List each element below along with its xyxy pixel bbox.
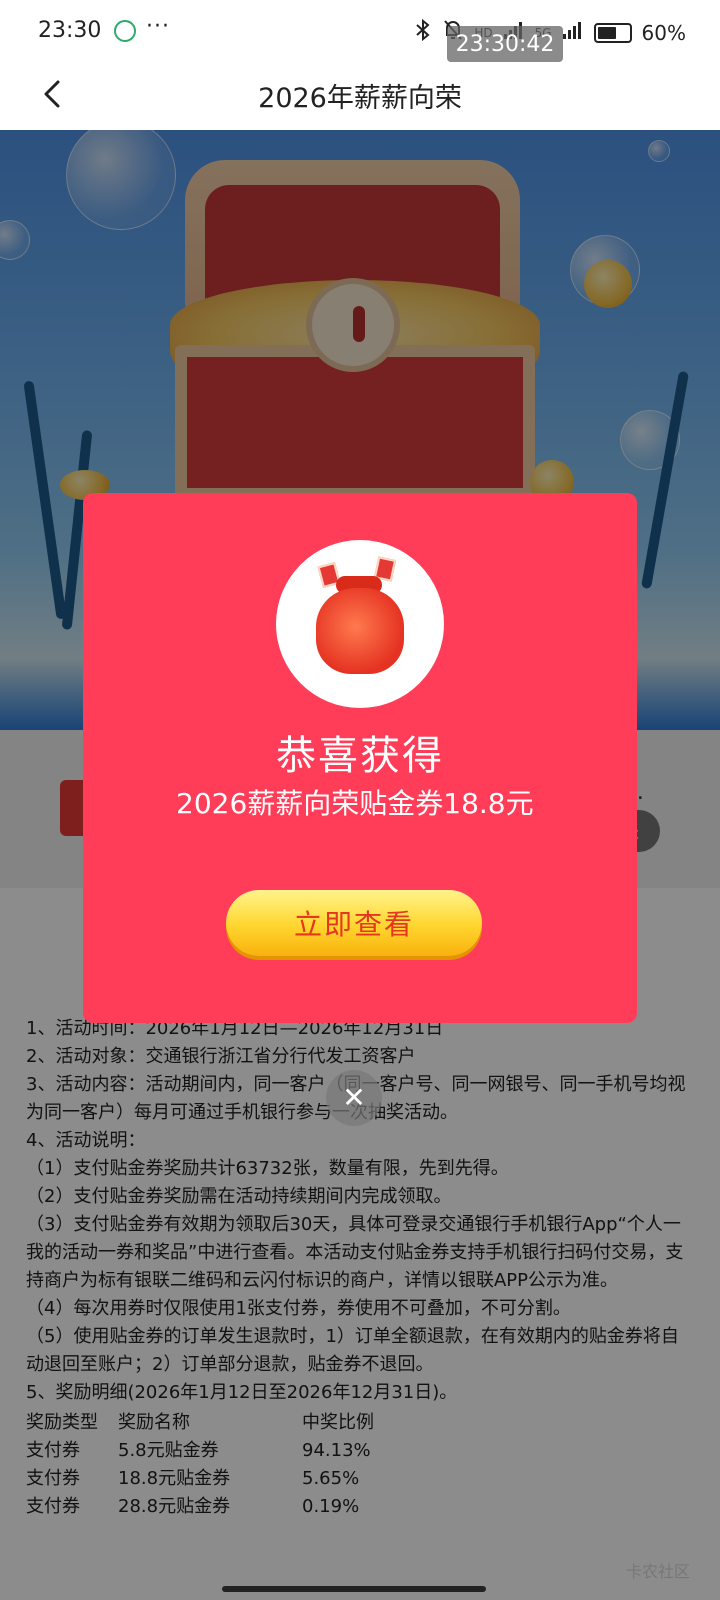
status-bar: 23:30 ··· HD 5G 60% 23:30:42 bbox=[0, 0, 720, 62]
battery-fill bbox=[597, 26, 616, 39]
prize-image bbox=[276, 540, 444, 708]
prize-description: 2026薪薪向荣贴金券18.8元 bbox=[176, 787, 534, 820]
battery-icon bbox=[593, 22, 632, 43]
battery-percent: 60% bbox=[641, 20, 686, 45]
close-modal-button[interactable]: ✕ bbox=[326, 1070, 382, 1126]
modal-heading: 恭喜获得 bbox=[276, 733, 444, 779]
nav-bar: 2026年薪薪向荣 bbox=[0, 62, 720, 130]
signal-icon-2 bbox=[562, 20, 584, 45]
clock-overlay: 23:30:42 bbox=[447, 26, 563, 62]
lucky-bag-icon bbox=[316, 588, 404, 674]
status-time: 23:30 bbox=[38, 18, 102, 43]
bluetooth-icon bbox=[414, 18, 432, 47]
watermark: 卡农社区 bbox=[625, 1562, 690, 1581]
prize-modal: 恭喜获得 2026薪薪向荣贴金券18.8元 立即查看 bbox=[83, 493, 637, 1023]
page-title: 2026年薪薪向荣 bbox=[258, 83, 462, 114]
app-notification-icon bbox=[114, 20, 136, 42]
more-notifications-icon: ··· bbox=[146, 14, 170, 39]
view-now-button[interactable]: 立即查看 bbox=[226, 890, 482, 956]
home-indicator[interactable] bbox=[222, 1586, 486, 1592]
